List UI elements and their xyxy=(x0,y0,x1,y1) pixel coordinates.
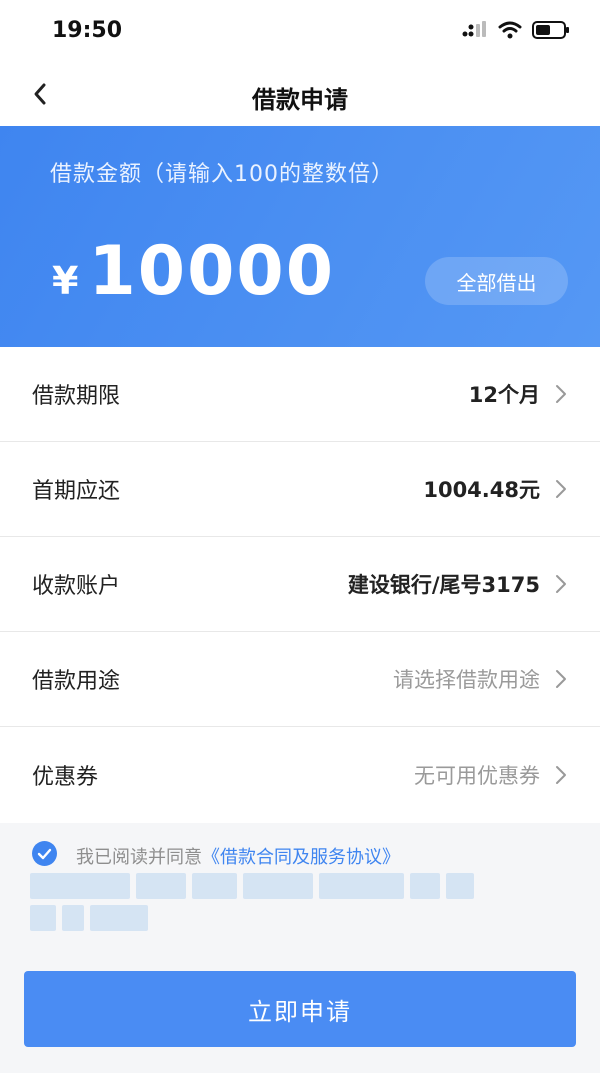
amount-label: 借款金额（请输入100的整数倍） xyxy=(50,162,394,187)
battery-icon xyxy=(532,21,569,39)
loan-amount-panel: 借款金额（请输入100的整数倍） ¥ 10000 全部借出 xyxy=(0,126,600,347)
agreement-checkbox[interactable] xyxy=(32,841,57,866)
agreement-text: 我已阅读并同意《借款合同及服务协议》 xyxy=(76,843,400,869)
status-time: 19:50 xyxy=(52,18,123,43)
signal-icon xyxy=(462,21,486,37)
row-value: 请选择借款用途 xyxy=(393,668,540,692)
status-icons xyxy=(462,21,570,39)
row-coupon[interactable]: 优惠券 无可用优惠券 xyxy=(0,727,600,823)
chevron-right-icon xyxy=(556,480,566,498)
row-value: 无可用优惠券 xyxy=(414,764,540,788)
agreement-section: 我已阅读并同意《借款合同及服务协议》 xyxy=(0,823,600,963)
row-value: 建设银行/尾号3175 xyxy=(347,573,540,597)
agreement-link[interactable]: 《借款合同及服务协议》 xyxy=(202,847,400,868)
currency-symbol: ¥ xyxy=(52,259,79,303)
row-label: 优惠券 xyxy=(32,765,99,790)
row-label: 借款用途 xyxy=(32,669,121,694)
status-bar: 19:50 xyxy=(0,0,600,62)
blurred-content xyxy=(30,905,148,931)
row-loan-purpose[interactable]: 借款用途 请选择借款用途 xyxy=(0,632,600,727)
row-first-payment[interactable]: 首期应还 1004.48元 xyxy=(0,442,600,537)
row-receiving-account[interactable]: 收款账户 建设银行/尾号3175 xyxy=(0,537,600,632)
agreement-prefix: 我已阅读并同意 xyxy=(76,847,202,868)
wifi-icon xyxy=(498,21,522,39)
borrow-all-button[interactable]: 全部借出 xyxy=(425,257,568,305)
nav-bar: 借款申请 xyxy=(0,62,600,126)
amount-value: 10000 xyxy=(88,232,336,311)
row-label: 借款期限 xyxy=(32,384,121,409)
page-title: 借款申请 xyxy=(252,86,348,114)
check-icon xyxy=(37,848,52,859)
chevron-right-icon xyxy=(556,766,566,784)
chevron-right-icon xyxy=(556,385,566,403)
loan-options-list: 借款期限 12个月 首期应还 1004.48元 收款账户 建设银行/尾号3175… xyxy=(0,347,600,823)
chevron-right-icon xyxy=(556,670,566,688)
amount-input[interactable]: ¥ 10000 xyxy=(52,238,335,306)
row-value: 12个月 xyxy=(468,383,540,407)
chevron-right-icon xyxy=(556,575,566,593)
blurred-content xyxy=(30,873,474,899)
row-value: 1004.48元 xyxy=(423,478,540,502)
row-loan-term[interactable]: 借款期限 12个月 xyxy=(0,347,600,442)
submit-button[interactable]: 立即申请 xyxy=(24,971,576,1047)
row-label: 首期应还 xyxy=(32,479,121,504)
row-label: 收款账户 xyxy=(32,574,121,599)
